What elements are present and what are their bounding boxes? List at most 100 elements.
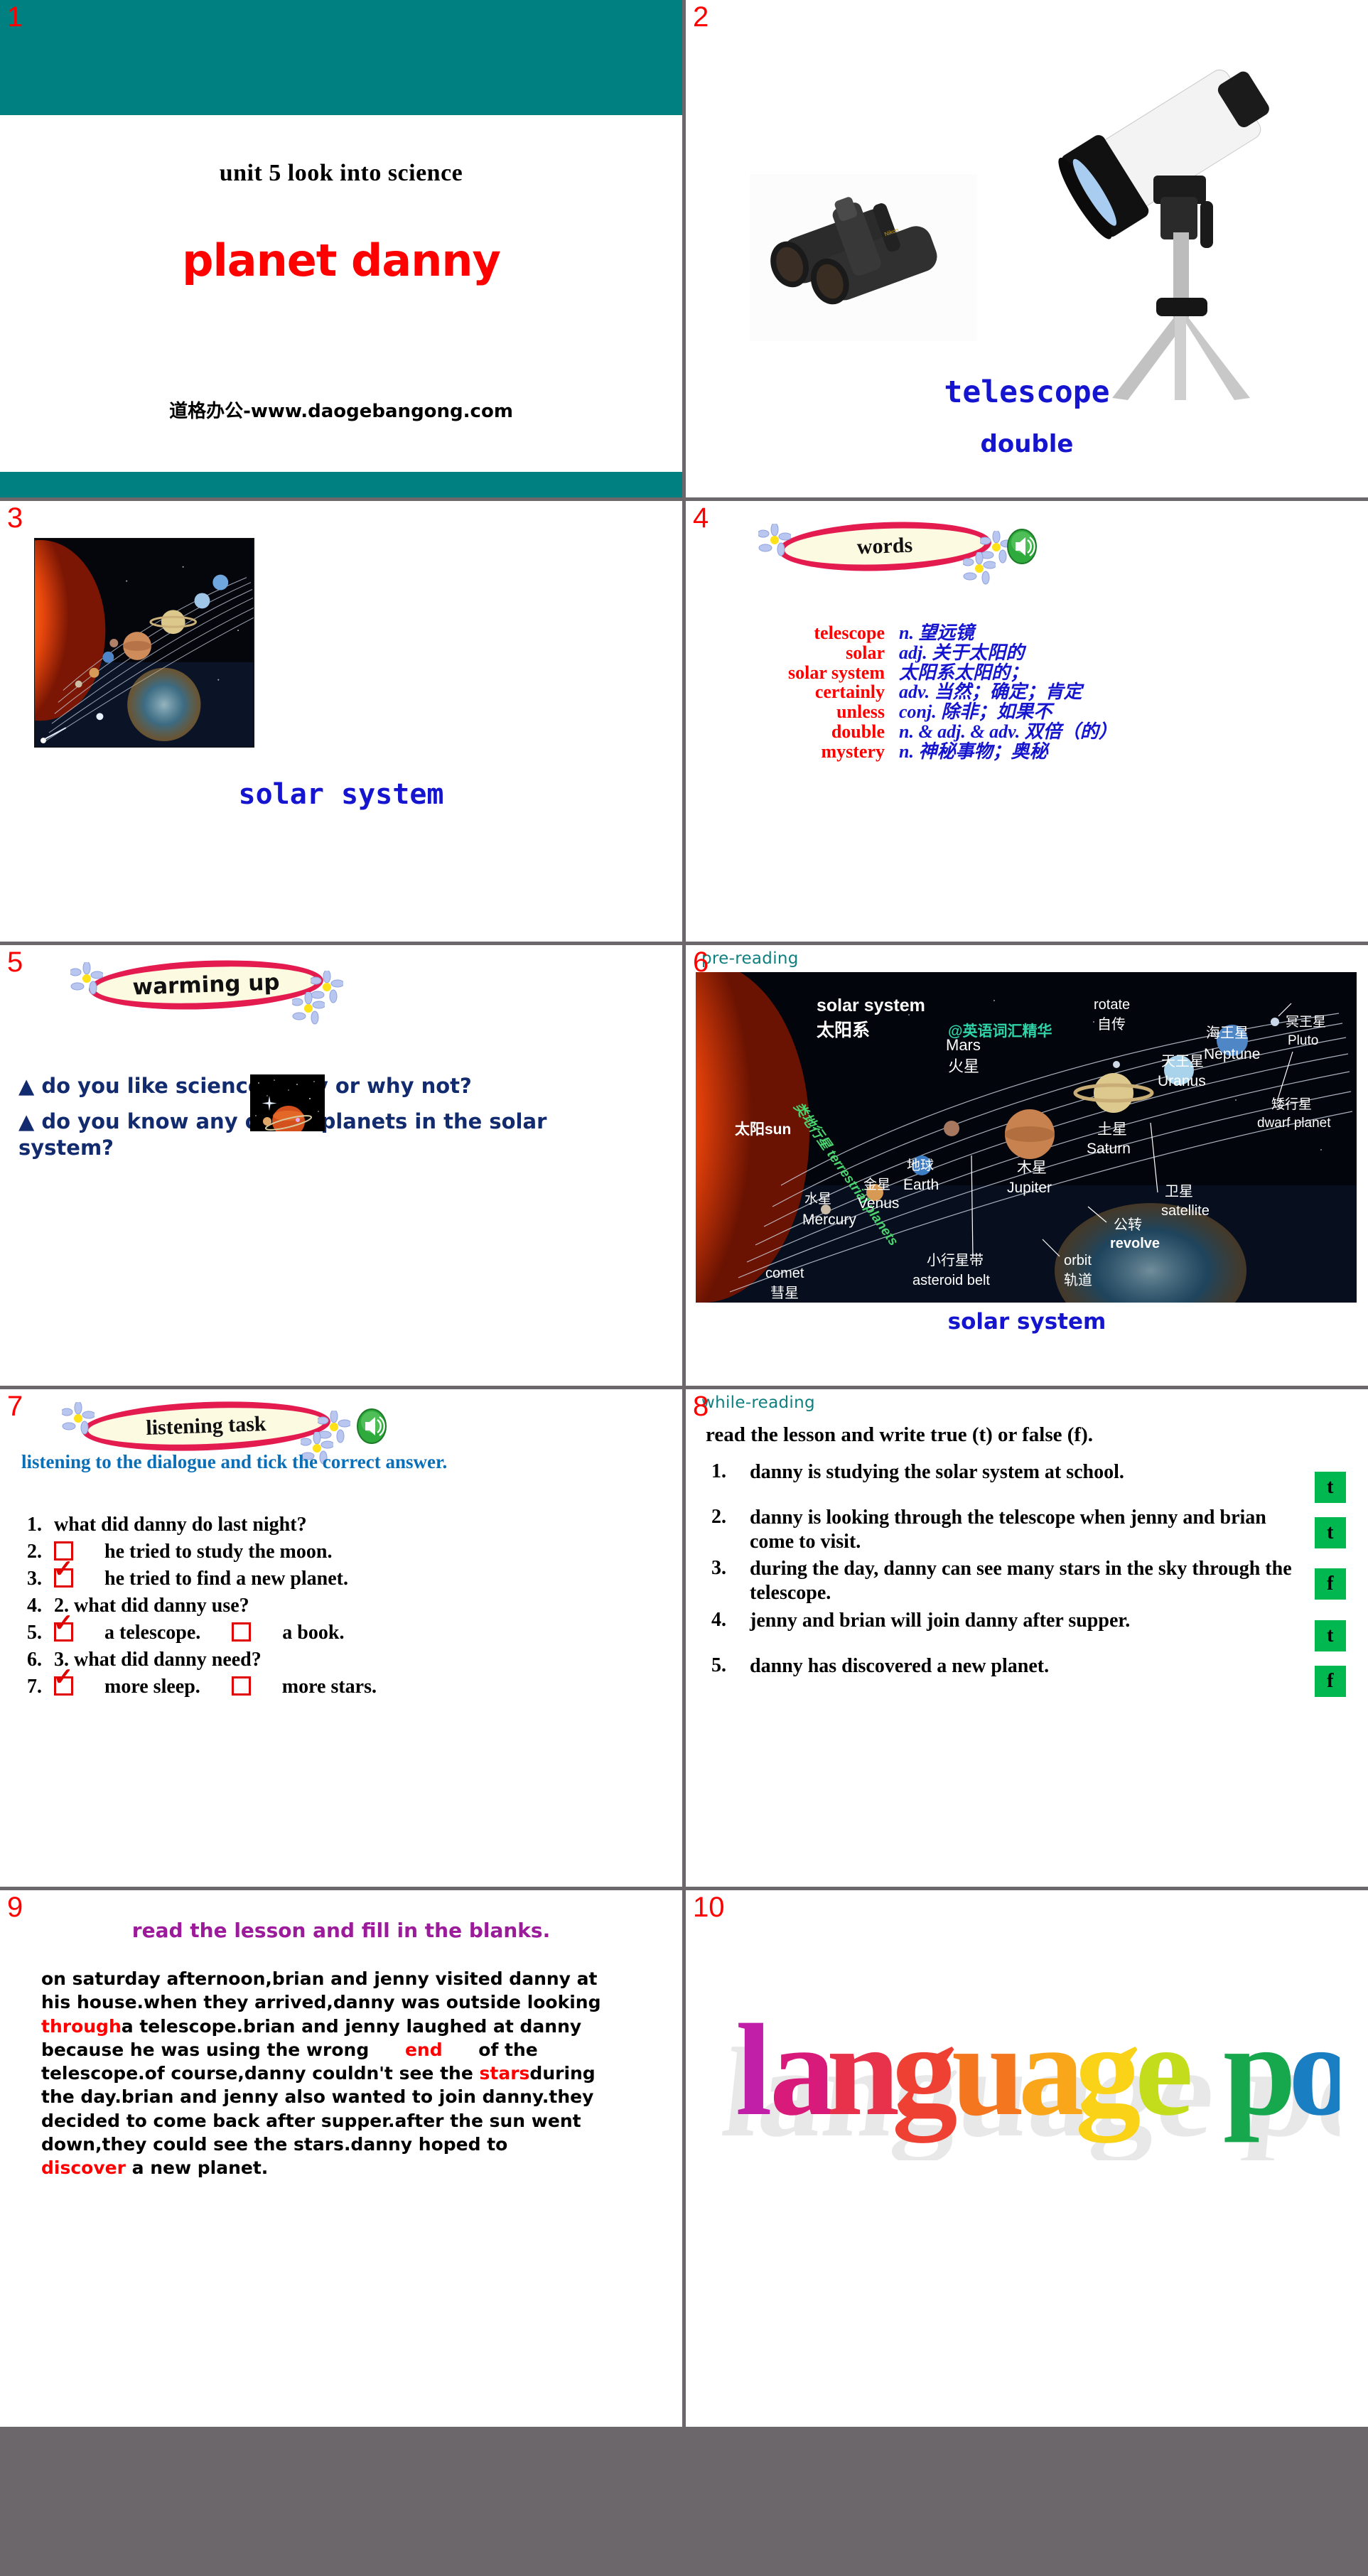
answer-badge[interactable]: f (1314, 1665, 1346, 1697)
svg-text:金星: 金星 (863, 1177, 890, 1192)
bottom-strip (0, 2427, 1368, 2576)
item-text: danny is looking through the telescope w… (750, 1507, 1266, 1553)
wordart-letter: a (1018, 1998, 1084, 2143)
wordart-letter: n (826, 1998, 900, 2143)
option-checkbox[interactable] (232, 1622, 252, 1642)
banner-label: words (856, 533, 913, 559)
svg-text:太阳系: 太阳系 (817, 1020, 870, 1040)
speaker-icon[interactable] (1006, 528, 1038, 565)
slide-10[interactable]: 10 language points language points (686, 1890, 1368, 2427)
answer-badge[interactable]: f (1314, 1568, 1346, 1600)
line-index: 7. (27, 1676, 42, 1698)
warmup-question-2: ▲ do you know any of the planets in the … (18, 1109, 547, 1160)
slide-9[interactable]: 9 read the lesson and fill in the blanks… (0, 1890, 682, 2427)
flower-icon (962, 551, 997, 585)
option-checkbox-ticked[interactable] (53, 1666, 74, 1696)
vocabulary-list: telescope n. 望远镜 solar adj. 关于太阳的 solar … (686, 623, 1368, 762)
words-banner: words (757, 518, 1014, 585)
fill-blanks-heading: read the lesson and fill in the blanks. (131, 1919, 551, 1942)
vocab-meaning: n. 神秘事物；奥秘 (899, 740, 1048, 762)
vocab-row: double n. & adj. & adv. 双倍（的） (686, 722, 1368, 742)
vocab-meaning: adj. 关于太阳的 (899, 642, 1025, 663)
answer-badge[interactable]: t (1314, 1517, 1346, 1548)
vocab-row: solar adj. 关于太阳的 (686, 642, 1368, 663)
slide-8[interactable]: 8 while-reading read the lesson and writ… (686, 1389, 1368, 1887)
slide-number-10: 10 (693, 1892, 725, 1923)
option-checkbox-ticked[interactable] (53, 1612, 74, 1642)
vocab-row: solar system 太阳系太阳的； (686, 662, 1368, 683)
speaker-icon[interactable] (355, 1408, 388, 1445)
slide-7[interactable]: 7 listening task listening to the dialog… (0, 1389, 682, 1887)
blank-answer: stars (479, 2063, 530, 2084)
svg-text:小行星带: 小行星带 (927, 1252, 984, 1268)
svg-text:火星: 火星 (948, 1057, 979, 1075)
vocab-meaning: adv. 当然；确定；肯定 (899, 681, 1082, 703)
warmup-question-1: ▲ do you like science? why or why not? (18, 1074, 472, 1098)
line-text-2: more stars. (281, 1676, 377, 1698)
svg-text:solar system: solar system (817, 996, 925, 1015)
slide-5[interactable]: 5 warming up ▲ do you like science? why … (0, 945, 682, 1386)
item-text: jenny and brian will join danny after su… (750, 1609, 1131, 1632)
svg-text:satellite: satellite (1161, 1203, 1210, 1219)
svg-text:木星: 木星 (1017, 1160, 1047, 1176)
unit-line: unit 5 look into science (219, 160, 463, 186)
listening-instruction: listening to the dialogue and tick the c… (21, 1451, 448, 1472)
line-text: a telescope. (104, 1622, 201, 1644)
wordart-letter: l (736, 1998, 772, 2143)
listening-questions: 1. what did danny do last night? 2. he t… (27, 1511, 641, 1701)
lesson-title: planet danny (182, 235, 501, 286)
slide-number-7: 7 (7, 1391, 23, 1422)
vocab-word: solar (846, 642, 885, 663)
para-part: a new planet. (125, 2157, 269, 2178)
svg-text:Uranus: Uranus (1158, 1073, 1206, 1089)
answer-badge[interactable]: t (1314, 1620, 1346, 1651)
listening-line: 3. he tried to find a new planet. (27, 1558, 641, 1593)
answer-badge[interactable]: t (1314, 1472, 1346, 1503)
banner-label: listening task (145, 1412, 267, 1440)
item-number: 3. (711, 1557, 726, 1580)
flower-icon (291, 991, 326, 1025)
option-checkbox[interactable] (231, 1676, 251, 1696)
item-text: danny has discovered a new planet. (750, 1654, 1050, 1677)
line-text: 3. what did danny need? (54, 1649, 262, 1671)
slide-number-4: 4 (693, 502, 709, 534)
vocab-row: unless conj. 除非；如果不 (686, 702, 1368, 722)
line-index: 3. (27, 1568, 42, 1590)
para-part: on saturday afternoon,brian and jenny vi… (41, 1968, 601, 2013)
wordart-letter: a (770, 1998, 836, 2143)
website-credit: 道格办公-www.daogebangong.com (169, 401, 513, 422)
slide-3[interactable]: 3 solar system (0, 501, 682, 942)
line-index: 6. (27, 1649, 42, 1671)
listening-line: 4. 2. what did danny use? (27, 1593, 641, 1620)
option-checkbox-ticked[interactable] (53, 1558, 74, 1588)
svg-text:彗星: 彗星 (770, 1285, 799, 1301)
true-false-row: 4. jenny and brian will join danny after… (711, 1609, 1346, 1651)
solar-system-caption: solar system (238, 778, 444, 811)
svg-text:Venus: Venus (858, 1195, 899, 1212)
svg-text:天王星: 天王星 (1161, 1054, 1204, 1069)
svg-text:Pluto: Pluto (1288, 1033, 1318, 1048)
ringed-planet-photo (250, 1074, 325, 1131)
svg-text:Neptune: Neptune (1204, 1046, 1260, 1062)
slide-number-9: 9 (7, 1892, 23, 1923)
slide-grid: 1 unit 5 look into science planet danny … (0, 0, 1368, 2576)
svg-text:自传: 自传 (1097, 1016, 1126, 1033)
line-text: more sleep. (104, 1676, 200, 1698)
true-false-row: 1. danny is studying the solar system at… (711, 1460, 1346, 1503)
svg-text:Jupiter: Jupiter (1007, 1180, 1052, 1196)
telescope-photo (1027, 11, 1325, 402)
line-text: what did danny do last night? (54, 1514, 307, 1536)
svg-text:海王星: 海王星 (1206, 1025, 1249, 1041)
slide-4[interactable]: 4 words telescope n. 望远镜 solar adj. 关于太阳… (686, 501, 1368, 942)
slide-2[interactable]: 2 Nikon telescope double (686, 0, 1368, 497)
slide-6[interactable]: 6 pre-reading solar system 太阳系 @英语词汇精华 r… (686, 945, 1368, 1386)
flower-icon (60, 1401, 96, 1435)
vocab-word: unless (836, 701, 885, 723)
wordart-letter: u (952, 1998, 1025, 2143)
slide-1[interactable]: 1 unit 5 look into science planet danny … (0, 0, 682, 497)
item-text: danny is studying the solar system at sc… (750, 1461, 1124, 1483)
svg-text:Earth: Earth (903, 1177, 939, 1193)
true-false-row: 5. danny has discovered a new planet. f (711, 1654, 1346, 1697)
svg-text:comet: comet (765, 1266, 804, 1281)
vocab-meaning: n. 望远镜 (899, 623, 974, 643)
